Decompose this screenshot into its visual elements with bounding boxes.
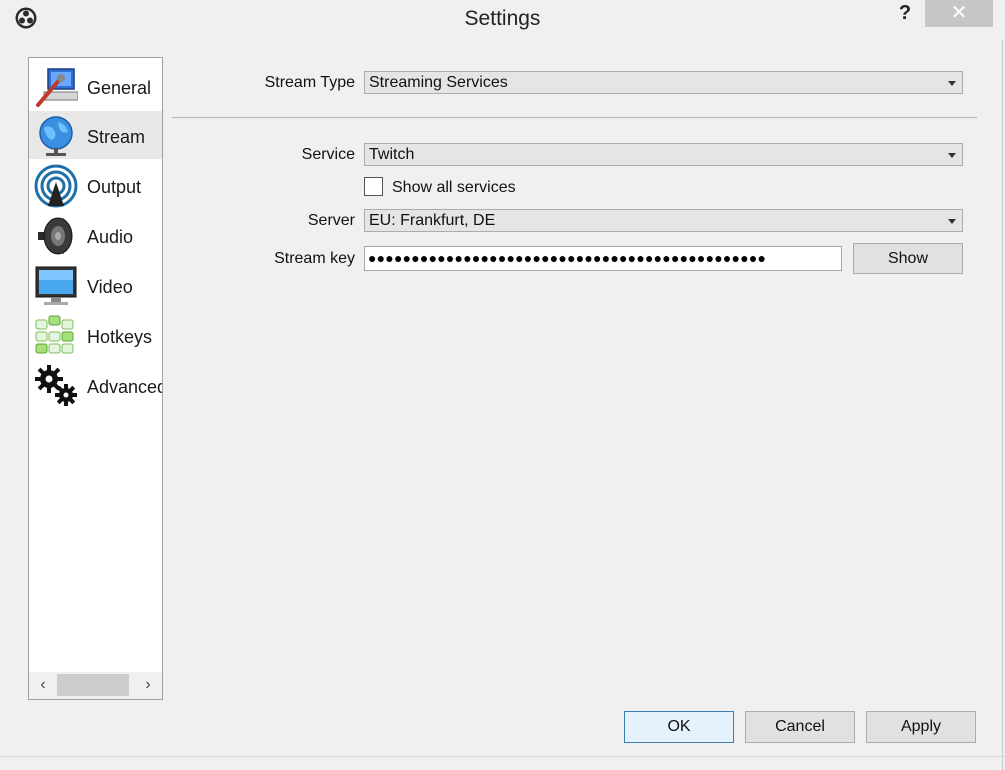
settings-sidebar: General Stream Output Audio Video Hotkey… (28, 57, 163, 700)
stream-key-label: Stream key (274, 250, 355, 267)
title-bar: Settings ? ✕ (0, 0, 1005, 40)
gears-icon (35, 365, 77, 406)
monitor-icon (35, 266, 77, 305)
chevron-down-icon (948, 81, 956, 86)
scrollbar-thumb[interactable] (57, 674, 129, 696)
stream-type-select[interactable]: Streaming Services (364, 71, 963, 94)
sidebar-item-output[interactable]: Output (29, 161, 162, 209)
sidebar-item-label: Audio (87, 227, 134, 247)
show-all-services-label[interactable]: Show all services (392, 179, 516, 197)
section-divider (172, 117, 977, 118)
server-select[interactable]: EU: Frankfurt, DE (364, 209, 963, 232)
output-icon (34, 164, 78, 208)
sidebar-item-hotkeys[interactable]: Hotkeys (29, 311, 162, 359)
stream-type-value: Streaming Services (369, 74, 508, 91)
sidebar-item-label: Video (87, 277, 133, 297)
sidebar-item-label: Stream (87, 127, 146, 147)
cancel-button[interactable]: Cancel (745, 711, 855, 743)
keyboard-icon (35, 315, 74, 354)
stream-key-input[interactable]: ●●●●●●●●●●●●●●●●●●●●●●●●●●●●●●●●●●●●●●●●… (364, 246, 842, 271)
chevron-down-icon (948, 153, 956, 158)
sidebar-item-label: Output (87, 177, 142, 197)
sidebar-item-advanced[interactable]: Advanced (29, 361, 162, 409)
service-value: Twitch (369, 146, 415, 163)
scroll-left-icon[interactable]: ‹ (35, 676, 51, 694)
general-icon (36, 68, 78, 107)
apply-button[interactable]: Apply (866, 711, 976, 743)
sidebar-item-video[interactable]: Video (29, 261, 162, 309)
server-value: EU: Frankfurt, DE (369, 212, 496, 229)
speaker-icon (38, 217, 73, 255)
close-button[interactable]: ✕ (925, 0, 993, 27)
window-bottom-edge (0, 756, 1005, 757)
help-button[interactable]: ? (895, 2, 915, 24)
server-label: Server (307, 212, 355, 229)
show-all-services-checkbox[interactable] (364, 177, 383, 196)
globe-icon (39, 116, 73, 156)
sidebar-horizontal-scrollbar[interactable]: ‹ › (29, 672, 162, 699)
ok-button[interactable]: OK (624, 711, 734, 743)
sidebar-item-stream[interactable]: Stream (29, 111, 162, 159)
sidebar-item-audio[interactable]: Audio (29, 211, 162, 259)
window-title: Settings (464, 7, 541, 30)
scroll-right-icon[interactable]: › (140, 676, 156, 694)
service-select[interactable]: Twitch (364, 143, 963, 166)
window-right-border (1002, 40, 1003, 770)
chevron-down-icon (948, 219, 956, 224)
sidebar-item-label: Advanced (87, 377, 163, 397)
stream-type-label: Stream Type (264, 74, 355, 91)
sidebar-item-general[interactable]: General (29, 62, 162, 110)
service-label: Service (301, 146, 355, 163)
sidebar-item-label: Hotkeys (87, 327, 153, 347)
sidebar-item-label: General (87, 78, 152, 98)
show-key-button[interactable]: Show (853, 243, 963, 274)
